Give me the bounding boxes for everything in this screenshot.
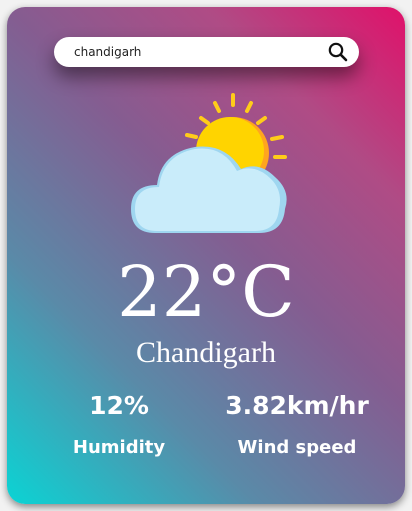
search-input[interactable] [74, 37, 314, 67]
search-icon[interactable] [327, 41, 349, 63]
search-bar [54, 37, 359, 67]
partly-cloudy-icon [131, 93, 287, 233]
wind-speed-value: 3.82km/hr [225, 391, 369, 420]
humidity-value: 12% [89, 391, 149, 420]
temperature: 22°C [117, 251, 295, 333]
wind-speed-label: Wind speed [237, 437, 357, 458]
city-name: Chandigarh [136, 336, 276, 369]
humidity-label: Humidity [72, 437, 166, 458]
weather-card: 22°C Chandigarh 12% Humidity 3.82km/hr W… [7, 7, 405, 504]
